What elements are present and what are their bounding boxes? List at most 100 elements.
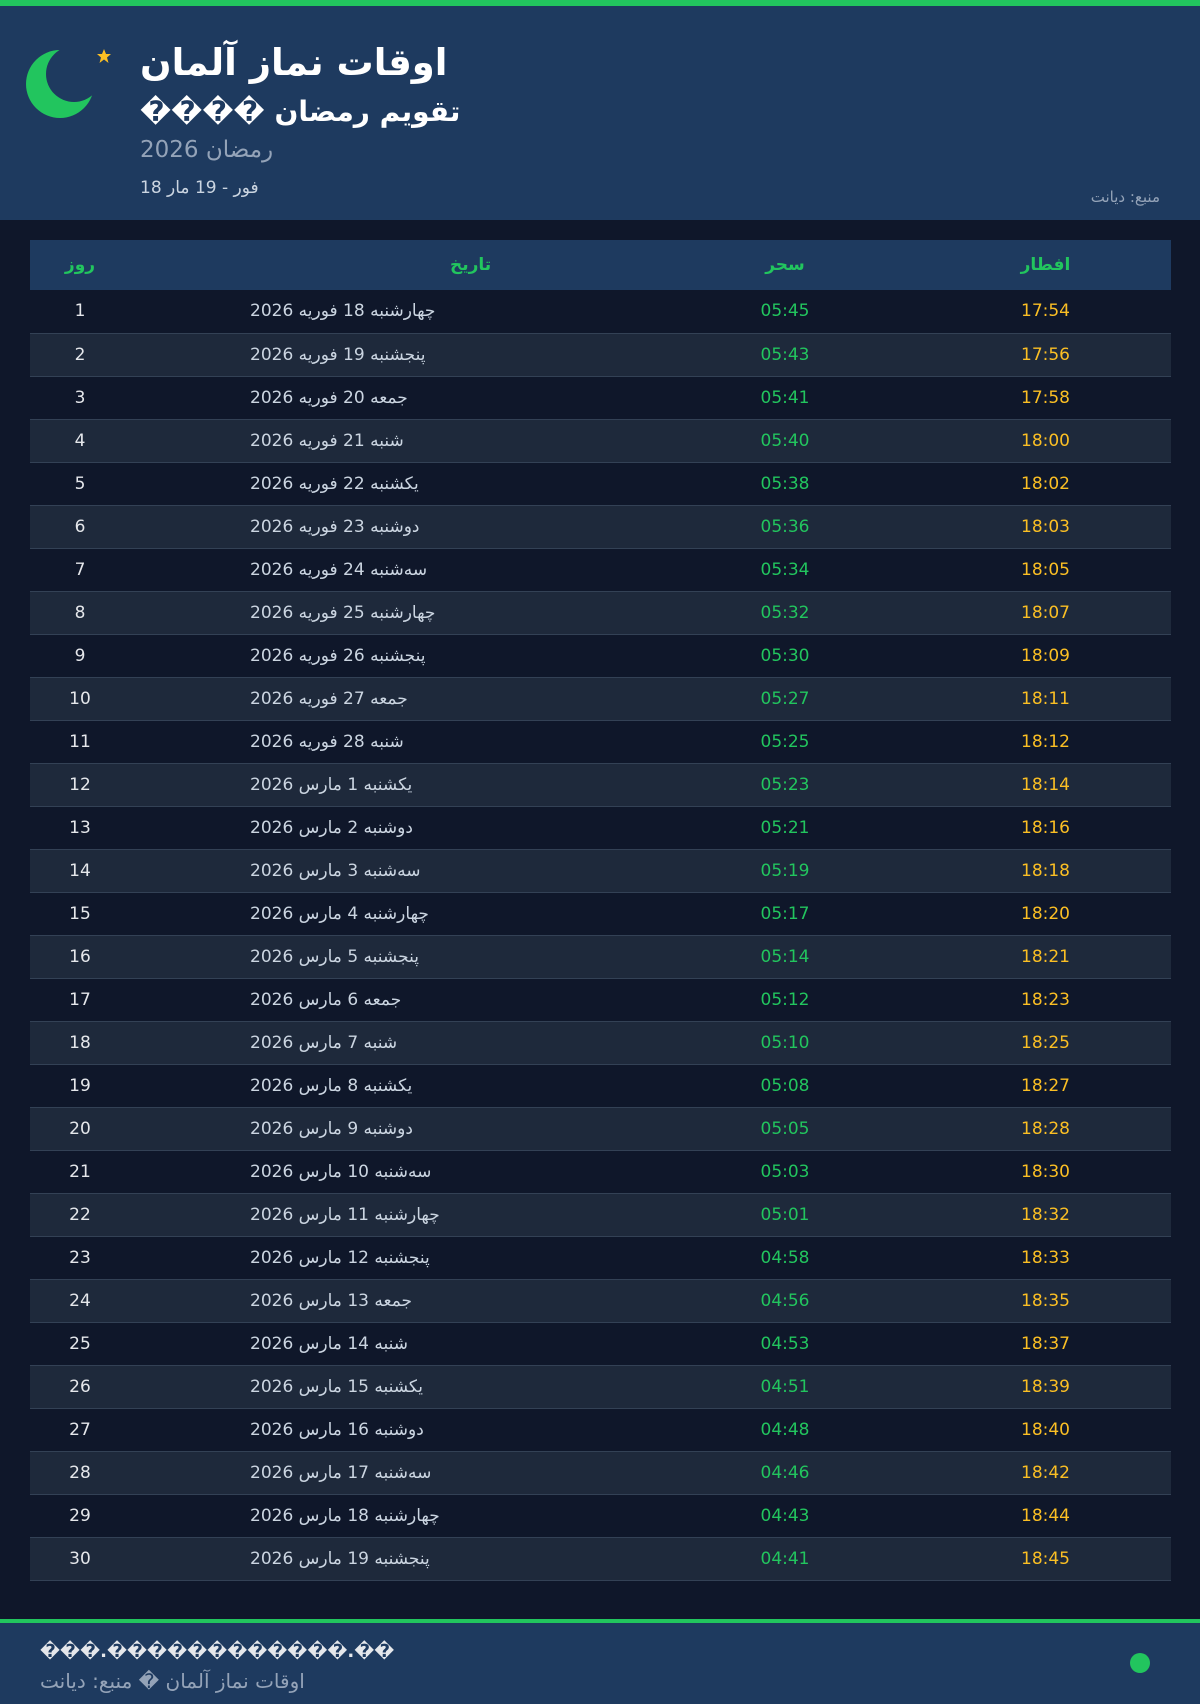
sahar-time-cell: 05:27 — [760, 688, 810, 709]
table-row: 8 چهارشنبه 25 فوریه 2026 05:32 18:07 — [30, 591, 1171, 634]
sahar-time-cell: 05:40 — [760, 430, 810, 451]
table-row: 10 جمعه 27 فوریه 2026 05:27 18:11 — [30, 677, 1171, 720]
day-cell: 24 — [69, 1290, 91, 1311]
iftar-time-cell: 18:12 — [1021, 731, 1070, 752]
date-cell: چهارشنبه 4 مارس 2026 — [250, 903, 429, 924]
iftar-time-cell: 18:27 — [1021, 1075, 1070, 1096]
date-cell: سه‌شنبه 10 مارس 2026 — [250, 1161, 432, 1182]
table-row: 5 یکشنبه 22 فوریه 2026 05:38 18:02 — [30, 462, 1171, 505]
page-subtitle: ���� تقويم رمضان — [140, 95, 461, 128]
day-cell: 18 — [69, 1032, 91, 1053]
sahar-time-cell: 05:25 — [760, 731, 810, 752]
date-cell: جمعه 6 مارس 2026 — [250, 989, 402, 1010]
iftar-time-cell: 18:16 — [1021, 817, 1070, 838]
sahar-time-cell: 05:36 — [760, 516, 810, 537]
day-cell: 23 — [69, 1247, 91, 1268]
day-cell: 25 — [69, 1333, 91, 1354]
sahar-time-cell: 04:53 — [760, 1333, 810, 1354]
sahar-time-cell: 05:03 — [760, 1161, 810, 1182]
sahar-time-cell: 05:30 — [760, 645, 810, 666]
iftar-time-cell: 17:54 — [1021, 301, 1070, 322]
table-row: 9 پنجشنبه 26 فوریه 2026 05:30 18:09 — [30, 634, 1171, 677]
iftar-time-cell: 18:40 — [1021, 1419, 1070, 1440]
date-cell: دوشنبه 2 مارس 2026 — [250, 817, 413, 838]
day-cell: 14 — [69, 860, 91, 881]
table-row: 11 شنبه 28 فوریه 2026 05:25 18:12 — [30, 720, 1171, 763]
source-label: منبع: دیانت — [1090, 188, 1160, 206]
date-cell: شنبه 7 مارس 2026 — [250, 1032, 398, 1053]
table-row: 28 سه‌شنبه 17 مارس 2026 04:46 18:42 — [30, 1451, 1171, 1494]
day-cell: 19 — [69, 1075, 91, 1096]
table-row: 25 شنبه 14 مارس 2026 04:53 18:37 — [30, 1322, 1171, 1365]
date-cell: جمعه 13 مارس 2026 — [250, 1290, 413, 1311]
table-row: 29 چهارشنبه 18 مارس 2026 04:43 18:44 — [30, 1494, 1171, 1537]
table-row: 16 پنجشنبه 5 مارس 2026 05:14 18:21 — [30, 935, 1171, 978]
iftar-time-cell: 18:07 — [1021, 602, 1070, 623]
iftar-time-cell: 18:39 — [1021, 1376, 1070, 1397]
sahar-time-cell: 05:45 — [760, 301, 810, 322]
iftar-time-cell: 18:05 — [1021, 559, 1070, 580]
day-cell: 5 — [74, 473, 86, 494]
footer-url[interactable]: ���.������������.�� — [40, 1643, 394, 1661]
header-date: تاریخ — [450, 255, 492, 275]
day-cell: 8 — [74, 602, 86, 623]
header: اوقات نماز آلمان ���� تقويم رمضان رمضان … — [0, 6, 1200, 220]
iftar-time-cell: 18:45 — [1021, 1548, 1070, 1569]
date-cell: سه‌شنبه 17 مارس 2026 — [250, 1462, 432, 1483]
date-cell: جمعه 20 فوریه 2026 — [250, 387, 408, 408]
date-cell: یکشنبه 1 مارس 2026 — [250, 774, 413, 795]
date-cell: دوشنبه 23 فوریه 2026 — [250, 516, 420, 537]
table-row: 1 چهارشنبه 18 فوریه 2026 05:45 17:54 — [30, 290, 1171, 333]
day-cell: 3 — [74, 387, 86, 408]
iftar-time-cell: 18:20 — [1021, 903, 1070, 924]
date-cell: جمعه 27 فوریه 2026 — [250, 688, 408, 709]
day-cell: 16 — [69, 946, 91, 967]
iftar-time-cell: 18:02 — [1021, 473, 1070, 494]
day-cell: 6 — [74, 516, 86, 537]
date-cell: سه‌شنبه 3 مارس 2026 — [250, 860, 421, 881]
sahar-time-cell: 05:08 — [760, 1075, 810, 1096]
sahar-time-cell: 04:58 — [760, 1247, 810, 1268]
crescent-moon-icon — [26, 50, 94, 118]
date-cell: پنجشنبه 26 فوریه 2026 — [250, 645, 426, 666]
footer: ���.������������.�� اوقات نماز آلمان � م… — [0, 1619, 1200, 1704]
iftar-time-cell: 18:00 — [1021, 430, 1070, 451]
day-cell: 10 — [69, 688, 91, 709]
table-row: 4 شنبه 21 فوریه 2026 05:40 18:00 — [30, 419, 1171, 462]
day-cell: 26 — [69, 1376, 91, 1397]
table-row: 17 جمعه 6 مارس 2026 05:12 18:23 — [30, 978, 1171, 1021]
table-row: 3 جمعه 20 فوریه 2026 05:41 17:58 — [30, 376, 1171, 419]
day-cell: 9 — [74, 645, 86, 666]
date-cell: شنبه 21 فوریه 2026 — [250, 430, 404, 451]
day-cell: 22 — [69, 1204, 91, 1225]
table-row: 7 سه‌شنبه 24 فوریه 2026 05:34 18:05 — [30, 548, 1171, 591]
table-row: 2 پنجشنبه 19 فوریه 2026 05:43 17:56 — [30, 333, 1171, 376]
sahar-time-cell: 05:19 — [760, 860, 810, 881]
iftar-time-cell: 17:58 — [1021, 387, 1070, 408]
table-row: 30 پنجشنبه 19 مارس 2026 04:41 18:45 — [30, 1537, 1171, 1580]
sahar-time-cell: 04:56 — [760, 1290, 810, 1311]
table-row: 20 دوشنبه 9 مارس 2026 05:05 18:28 — [30, 1107, 1171, 1150]
sahar-time-cell: 04:43 — [760, 1505, 810, 1526]
header-iftar: افطار — [1020, 255, 1071, 275]
date-cell: یکشنبه 22 فوریه 2026 — [250, 473, 419, 494]
sahar-time-cell: 05:05 — [760, 1118, 810, 1139]
iftar-time-cell: 18:28 — [1021, 1118, 1070, 1139]
iftar-time-cell: 18:18 — [1021, 860, 1070, 881]
sahar-time-cell: 05:01 — [760, 1204, 810, 1225]
table-row: 19 یکشنبه 8 مارس 2026 05:08 18:27 — [30, 1064, 1171, 1107]
sahar-time-cell: 05:23 — [760, 774, 810, 795]
day-cell: 20 — [69, 1118, 91, 1139]
table-row: 24 جمعه 13 مارس 2026 04:56 18:35 — [30, 1279, 1171, 1322]
iftar-time-cell: 18:37 — [1021, 1333, 1070, 1354]
iftar-time-cell: 18:32 — [1021, 1204, 1070, 1225]
table-row: 27 دوشنبه 16 مارس 2026 04:48 18:40 — [30, 1408, 1171, 1451]
day-cell: 17 — [69, 989, 91, 1010]
sahar-time-cell: 05:43 — [760, 344, 810, 365]
status-dot — [1130, 1653, 1150, 1673]
table-row: 6 دوشنبه 23 فوریه 2026 05:36 18:03 — [30, 505, 1171, 548]
date-cell: چهارشنبه 18 فوریه 2026 — [250, 301, 436, 322]
sahar-time-cell: 05:38 — [760, 473, 810, 494]
iftar-time-cell: 18:11 — [1021, 688, 1070, 709]
day-cell: 11 — [69, 731, 91, 752]
